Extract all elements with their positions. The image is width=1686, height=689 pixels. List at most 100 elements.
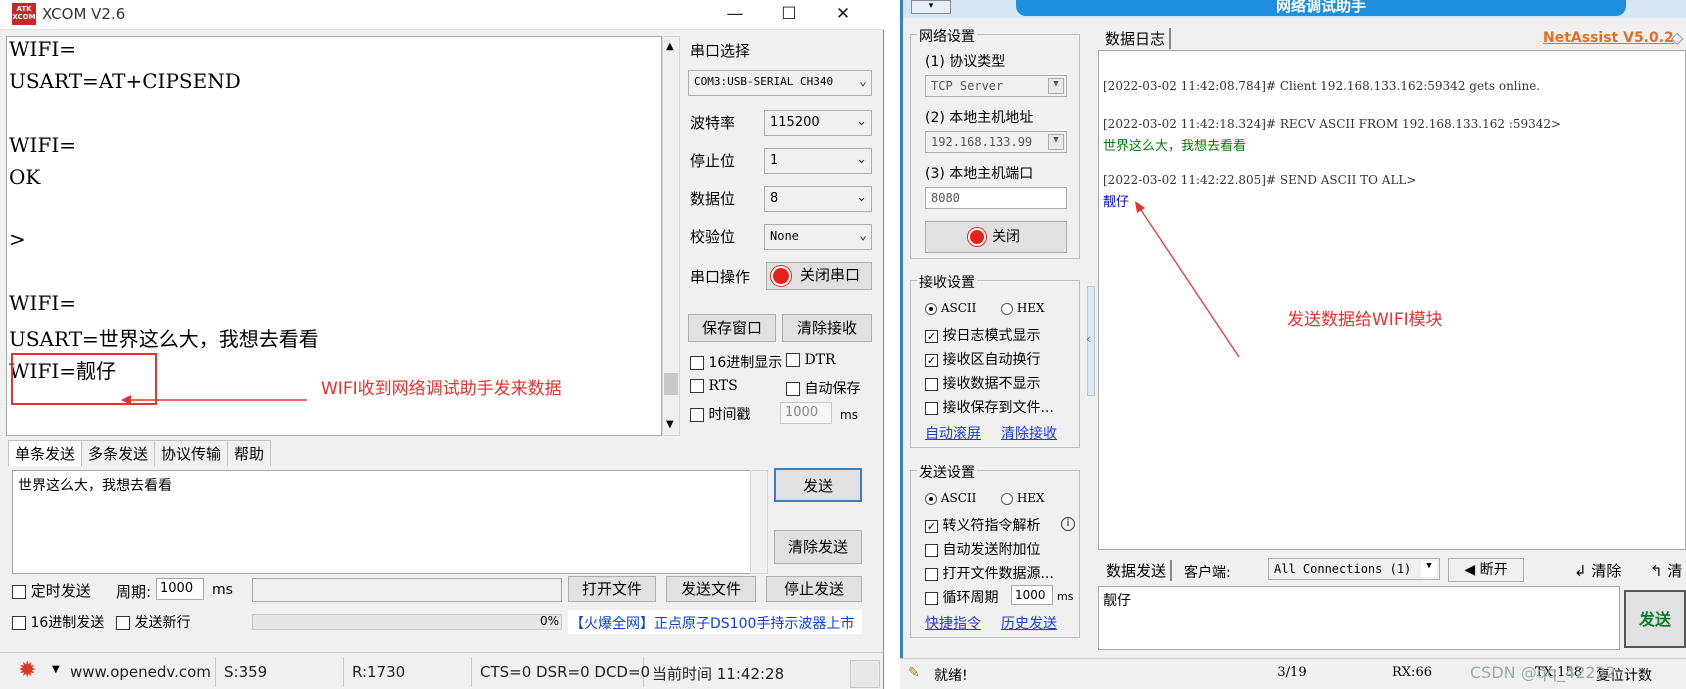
receive-area[interactable]: WIFI= USART=AT+CIPSEND WIFI= OK > WIFI= … <box>6 36 662 436</box>
ad-banner[interactable]: 【火爆全网】正点原子DS100手持示波器上市 <box>568 610 862 634</box>
auto-save-option[interactable]: 自动保存 <box>786 378 860 398</box>
menu-icon[interactable]: ▾ <box>911 0 951 14</box>
close-port-button[interactable]: 关闭串口 <box>766 262 872 290</box>
chevron-down-icon: ▼ <box>1421 561 1437 577</box>
send-ascii-radio[interactable]: ASCII <box>925 491 976 505</box>
clear-label-2: 清 <box>1667 562 1683 580</box>
checkbox[interactable] <box>690 379 704 393</box>
send-input[interactable]: 世界这么大，我想去看看 <box>12 470 768 574</box>
tab-multi-send[interactable]: 多条发送 <box>81 440 156 466</box>
protocol-select[interactable]: TCP Server ▼ <box>925 75 1067 97</box>
checkbox[interactable] <box>690 356 704 370</box>
host-select[interactable]: 192.168.133.99 ▼ <box>925 131 1067 153</box>
rts-option[interactable]: RTS <box>690 378 738 394</box>
maximize-button[interactable]: ☐ <box>766 2 812 28</box>
chevron-down-icon: ▼ <box>1048 134 1064 150</box>
timestamp-label: 时间戳 <box>708 407 751 423</box>
hex-display-option[interactable]: 16进制显示 <box>690 352 782 372</box>
quick-cmd-link[interactable]: 快捷指令 <box>925 613 981 633</box>
send-scrollbar[interactable] <box>750 470 768 574</box>
send-newline-option[interactable]: 发送新行 <box>116 612 190 632</box>
check-icon: ✓ <box>925 519 938 533</box>
tab-single-send[interactable]: 单条发送 <box>8 440 83 466</box>
checkbox[interactable] <box>12 584 26 599</box>
port-input[interactable]: 8080 <box>925 187 1067 209</box>
receive-scrollbar[interactable]: ▲ ▼ <box>662 36 680 436</box>
auto-scroll-link[interactable]: 自动滚屏 <box>925 423 981 443</box>
save-to-file-option[interactable]: 接收保存到文件... <box>925 397 1054 417</box>
chevron-down-icon: ▼ <box>1048 78 1064 94</box>
timestamp-option[interactable]: 时间戳 <box>690 404 750 424</box>
clear-recv-link[interactable]: 清除接收 <box>1001 423 1057 443</box>
radio-icon <box>1001 492 1013 505</box>
loop-input[interactable]: 1000 <box>1011 585 1053 605</box>
ascii-radio[interactable]: ASCII <box>925 301 976 315</box>
client-select[interactable]: All Connections (1) ▼ <box>1268 558 1440 580</box>
history-send-link[interactable]: 历史发送 <box>1001 613 1057 633</box>
chevron-left-icon[interactable]: ‹ <box>1086 332 1091 346</box>
log-mode-option[interactable]: ✓ 按日志模式显示 <box>925 325 1040 345</box>
dtr-option[interactable]: DTR <box>786 352 836 368</box>
client-value: All Connections (1) <box>1274 562 1412 576</box>
escape-parse-option[interactable]: ✓ 转义符指令解析 <box>925 515 1040 535</box>
checkbox[interactable] <box>690 408 704 422</box>
checkbox[interactable] <box>12 616 26 630</box>
stop-select[interactable]: 1 ⌄ <box>764 148 872 174</box>
loop-option[interactable]: 循环周期 <box>925 587 998 607</box>
send-button[interactable]: 发送 <box>774 468 862 502</box>
brand-link[interactable]: NetAssist V5.0.2 <box>1543 30 1674 46</box>
send-file-button[interactable]: 发送文件 <box>666 576 756 602</box>
disconnect-label: 断开 <box>1479 562 1508 578</box>
stop-send-button[interactable]: 停止发送 <box>766 576 862 602</box>
tab-protocol[interactable]: 协议传输 <box>154 440 229 466</box>
status-url[interactable]: www.openedv.com <box>62 657 216 687</box>
hex-radio[interactable]: HEX <box>1001 301 1045 315</box>
timestamp-input[interactable]: 1000 <box>780 402 832 424</box>
checkbox[interactable] <box>786 382 800 396</box>
save-window-button[interactable]: 保存窗口 <box>688 314 776 342</box>
checkbox[interactable] <box>116 616 130 630</box>
net-send-input[interactable]: 靓仔 <box>1098 586 1620 650</box>
checkbox[interactable] <box>786 353 800 367</box>
auto-append-option[interactable]: 自动发送附加位 <box>925 539 1040 559</box>
chevron-down-icon[interactable]: ▼ <box>52 664 60 675</box>
hide-recv-option[interactable]: 接收数据不显示 <box>925 373 1040 393</box>
op-label: 串口操作 <box>690 268 751 286</box>
net-send-button[interactable]: 发送 <box>1624 590 1686 648</box>
open-file-src-option[interactable]: 打开文件数据源... <box>925 563 1054 583</box>
tab-data-send[interactable]: 数据发送 <box>1102 560 1173 581</box>
port-select[interactable]: COM3:USB-SERIAL CH340 ⌄ <box>688 70 872 96</box>
period-input[interactable]: 1000 <box>156 578 204 600</box>
send-hex-radio[interactable]: HEX <box>1001 491 1045 505</box>
clear-receive-button[interactable]: 清除接收 <box>782 314 872 342</box>
tab-help[interactable]: 帮助 <box>227 440 272 466</box>
hex-send-option[interactable]: 16进制发送 <box>12 612 104 632</box>
parity-value: None <box>770 229 799 243</box>
parity-select[interactable]: None ⌄ <box>764 224 872 250</box>
group-title: 网络设置 <box>917 26 977 46</box>
data-select[interactable]: 8 ⌄ <box>764 186 872 212</box>
diamond-icon[interactable]: ◇ <box>1671 28 1683 47</box>
close-server-button[interactable]: 关闭 <box>925 221 1067 253</box>
timed-send-option[interactable]: 定时发送 <box>12 580 91 601</box>
scroll-thumb[interactable] <box>664 373 678 395</box>
tab-data-log[interactable]: 数据日志 <box>1101 28 1172 49</box>
protocol-label: (1) 协议类型 <box>925 54 1006 70</box>
minimize-button[interactable]: — <box>712 2 758 28</box>
status-rx: RX:66 <box>1392 665 1432 680</box>
file-path-field[interactable] <box>252 578 562 602</box>
clear-send-button[interactable]: 清除发送 <box>774 530 862 564</box>
clear-button-2[interactable]: ↰ 清 <box>1650 560 1682 581</box>
info-icon[interactable]: i <box>1061 517 1075 531</box>
baud-select[interactable]: 115200 ⌄ <box>764 110 872 136</box>
open-file-button[interactable]: 打开文件 <box>568 576 656 602</box>
close-button[interactable]: ✕ <box>820 2 866 28</box>
parity-label: 校验位 <box>690 228 736 246</box>
resize-grip[interactable] <box>850 660 880 688</box>
auto-wrap-option[interactable]: ✓ 接收区自动换行 <box>925 349 1040 369</box>
data-log-area[interactable]: [2022-03-02 11:42:08.784]# Client 192.16… <box>1098 50 1686 550</box>
disconnect-button[interactable]: ◀ 断开 <box>1448 558 1524 582</box>
clear-button[interactable]: ↲ 清除 <box>1574 560 1621 581</box>
gear-icon[interactable]: ✹ <box>18 658 36 683</box>
annotation-text: WIFI收到网络调试助手发来数据 <box>321 379 562 399</box>
